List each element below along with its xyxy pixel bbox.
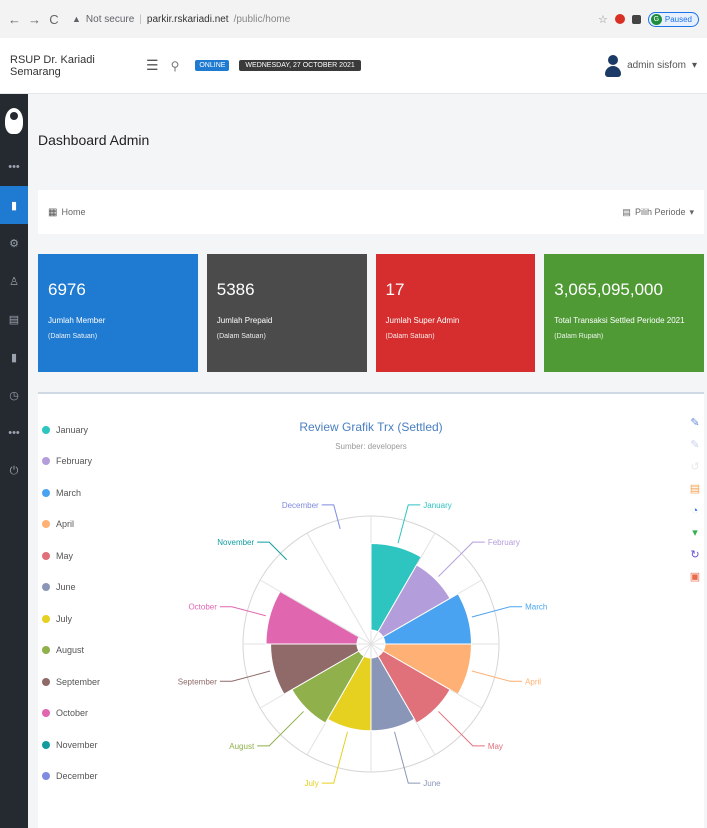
- pie-icon[interactable]: ◔: [692, 500, 699, 522]
- profile-avatar-icon: G: [650, 13, 662, 25]
- stat-card-member[interactable]: 6976 Jumlah Member (Dalam Satuan): [38, 254, 198, 372]
- url-host: parkir.rskariadi.net: [146, 13, 229, 25]
- label-leader-line: [471, 606, 523, 618]
- label-leader-line: [438, 541, 485, 577]
- sidebar-item-reports[interactable]: ▤: [0, 300, 28, 338]
- user-menu[interactable]: admin sisfom ▾: [605, 54, 697, 77]
- sidebar-more-icon[interactable]: •••: [0, 148, 28, 186]
- url-path: /public/home: [233, 13, 291, 25]
- save-image-icon[interactable]: ▣: [690, 566, 700, 588]
- undo-icon[interactable]: ↺: [690, 456, 699, 478]
- period-dropdown[interactable]: ▤ Pilih Periode ▾: [622, 207, 694, 218]
- breadcrumb-home[interactable]: Home: [61, 207, 85, 217]
- stat-label: Jumlah Member: [48, 316, 106, 325]
- stat-card-transactions[interactable]: 3,065,095,000 Total Transaksi Settled Pe…: [544, 254, 704, 372]
- label-leader-line: [257, 541, 288, 561]
- sidebar-more-icon-2[interactable]: •••: [0, 414, 28, 452]
- stat-label: Total Transaksi Settled Periode 2021: [554, 316, 685, 325]
- slice-label: February: [488, 538, 520, 547]
- data-view-icon[interactable]: ▤: [690, 478, 700, 500]
- warning-icon: ▲: [72, 14, 81, 24]
- chart-toolbox: ✎ ✎ ↺ ▤ ◔ ▾ ↻ ▣: [688, 412, 702, 588]
- sitemap-icon[interactable]: ⚲: [171, 59, 180, 73]
- chart-panel: January February March April May June July Augu…: [38, 392, 704, 828]
- stat-unit: (Dalam Rupiah): [554, 333, 604, 340]
- address-bar[interactable]: ▲ Not secure | parkir.rskariadi.net/publ…: [72, 14, 290, 25]
- label-leader-line: [219, 670, 271, 682]
- stat-unit: (Dalam Satuan): [48, 333, 98, 340]
- menu-toggle-icon[interactable]: ☰: [146, 57, 159, 74]
- main-content: Dashboard Admin ▦ Home ▤ Pilih Periode ▾…: [28, 94, 707, 828]
- sidebar: ••• ▮ ⚙ ♙ ▤ ▮ ◷ ••• ⏻: [0, 94, 28, 828]
- sidebar-item-dashboard[interactable]: ▮: [0, 186, 28, 224]
- extensions-puzzle-icon[interactable]: [631, 14, 641, 24]
- sidebar-item-settings[interactable]: ⚙: [0, 224, 28, 262]
- user-avatar-icon: [605, 54, 622, 77]
- back-icon[interactable]: ←: [8, 12, 21, 27]
- online-badge: ONLINE: [195, 60, 230, 71]
- slice-label: November: [217, 538, 254, 547]
- brand-title[interactable]: RSUP Dr. Kariadi Semarang: [10, 54, 140, 78]
- sidebar-avatar-icon[interactable]: [5, 108, 23, 134]
- stat-label: Jumlah Prepaid: [216, 316, 273, 325]
- breadcrumb: ▦ Home ▤ Pilih Periode ▾: [38, 190, 704, 234]
- page-title: Dashboard Admin: [38, 132, 150, 148]
- pencil-icon[interactable]: ✎: [690, 412, 699, 434]
- stat-unit: (Dalam Satuan): [216, 333, 266, 340]
- slice-label: September: [178, 677, 217, 686]
- browser-toolbar: ← → C ▲ Not secure | parkir.rskariadi.ne…: [0, 0, 707, 38]
- refresh-icon[interactable]: ↻: [690, 544, 699, 566]
- slice-label: December: [282, 501, 319, 510]
- label-leader-line: [321, 731, 348, 784]
- chevron-down-icon: ▾: [689, 206, 694, 217]
- slice-label: October: [188, 603, 217, 612]
- profile-paused-button[interactable]: G Paused: [647, 11, 699, 27]
- forward-icon[interactable]: →: [28, 12, 41, 27]
- slice-label: August: [229, 742, 255, 751]
- slice-label: June: [423, 779, 441, 788]
- label-leader-line: [219, 606, 266, 617]
- filter-icon[interactable]: ▾: [692, 522, 698, 544]
- slice-label: January: [423, 501, 451, 510]
- slice-label: April: [525, 677, 541, 686]
- label-leader-line: [438, 711, 485, 747]
- stat-unit: (Dalam Satuan): [385, 333, 435, 340]
- period-label: Pilih Periode: [634, 207, 686, 217]
- slice-label: March: [525, 603, 547, 612]
- calendar-icon: ▤: [622, 206, 631, 217]
- pencil-light-icon[interactable]: ✎: [690, 434, 699, 456]
- slice-label: July: [304, 779, 318, 788]
- sidebar-item-documents[interactable]: ▮: [0, 338, 28, 376]
- stat-value: 17: [385, 280, 405, 299]
- slice-label: May: [488, 742, 503, 751]
- label-leader-line: [394, 731, 421, 784]
- home-icon[interactable]: ▦: [48, 207, 57, 218]
- reload-icon[interactable]: C: [48, 12, 60, 27]
- bookmark-star-icon[interactable]: ☆: [598, 13, 608, 26]
- chevron-down-icon: ▾: [691, 60, 697, 71]
- app-header: RSUP Dr. Kariadi Semarang ☰ ⚲ ONLINE WED…: [0, 38, 707, 94]
- stat-value: 5386: [216, 280, 255, 299]
- address-separator: |: [139, 13, 142, 25]
- rose-chart: January February March April May June July Augu…: [178, 501, 548, 788]
- label-leader-line: [257, 711, 304, 747]
- user-name: admin sisfom: [627, 60, 686, 71]
- stat-card-prepaid[interactable]: 5386 Jumlah Prepaid (Dalam Satuan): [206, 254, 367, 372]
- sidebar-item-logout[interactable]: ⏻: [0, 452, 28, 490]
- stat-card-super-admin[interactable]: 17 Jumlah Super Admin (Dalam Satuan): [375, 254, 536, 372]
- extension-icon[interactable]: [614, 14, 625, 24]
- label-leader-line: [471, 670, 523, 682]
- paused-label: Paused: [664, 14, 692, 24]
- stat-value: 6976: [48, 280, 86, 299]
- stat-value: 3,065,095,000: [554, 280, 663, 299]
- sidebar-item-users[interactable]: ♙: [0, 262, 28, 300]
- sidebar-item-history[interactable]: ◷: [0, 376, 28, 414]
- stat-label: Jumlah Super Admin: [385, 316, 460, 325]
- stat-cards: 6976 Jumlah Member (Dalam Satuan) 5386 J…: [38, 254, 704, 372]
- security-label: Not secure: [85, 13, 135, 25]
- date-badge: WEDNESDAY, 27 OCTOBER 2021: [239, 60, 361, 71]
